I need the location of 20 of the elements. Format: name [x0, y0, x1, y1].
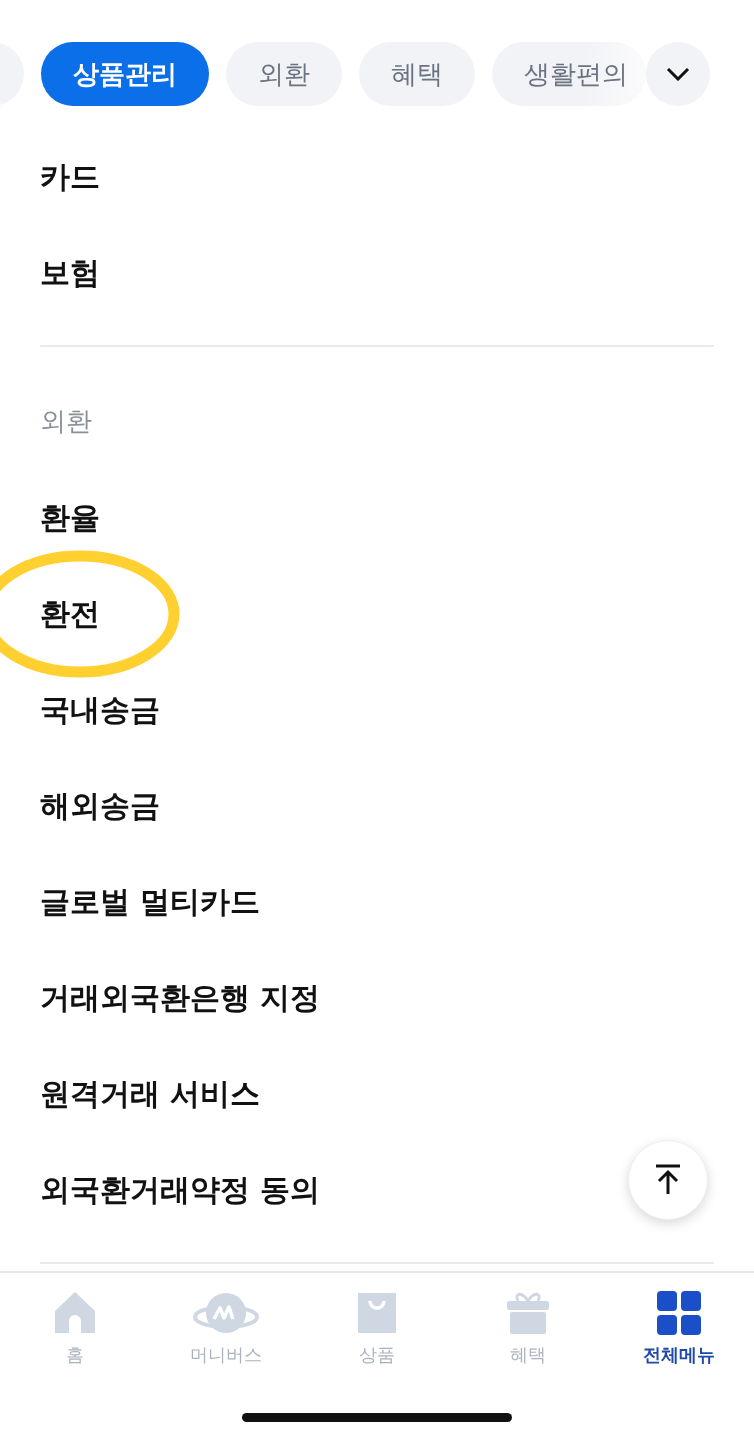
scroll-top-button[interactable] [628, 1140, 708, 1220]
menu-item[interactable]: 글로벌 멀티카드 [40, 881, 261, 923]
menu-item[interactable]: 카드 [40, 156, 100, 198]
menu-item[interactable]: 거래외국환은행 지정 [40, 977, 321, 1019]
section-title: 외환 [40, 404, 93, 438]
menu-item[interactable]: 외국환거래약정 동의 [40, 1169, 321, 1211]
menu-item[interactable]: 환율 [40, 497, 100, 539]
chevron-down-icon [666, 67, 690, 81]
category-tab[interactable]: 외환 [226, 42, 342, 106]
category-tab[interactable]: 생활편의 [492, 42, 646, 106]
menu-item[interactable]: 해외송금 [40, 785, 160, 827]
arrow-up-icon [654, 1164, 682, 1196]
menu-item[interactable]: 환전 [40, 593, 100, 635]
menu-item[interactable]: 보험 [40, 252, 100, 294]
nav-tab[interactable]: 전체메뉴 [603, 1289, 754, 1367]
grid-icon [654, 1289, 703, 1337]
menu-item[interactable]: 원격거래 서비스 [40, 1073, 261, 1115]
menu-item[interactable]: 국내송금 [40, 689, 160, 731]
category-tab[interactable]: 상품관리 [41, 42, 209, 106]
category-tab[interactable]: 혜택 [359, 42, 475, 106]
